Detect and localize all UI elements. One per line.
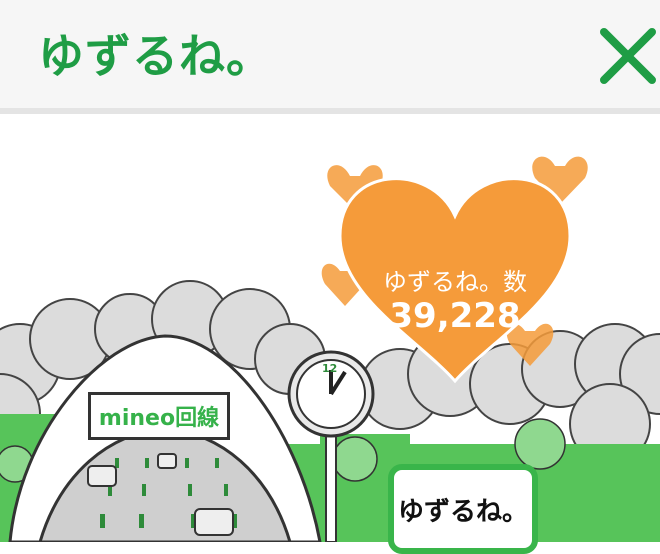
counter-label: ゆずるね。数 xyxy=(383,268,527,296)
yuzurune-counter: ゆずるね。数 39,228 xyxy=(320,156,590,386)
page-title: ゆずるね。 xyxy=(38,29,273,83)
yuzurune-badge: ゆずるね。 xyxy=(388,464,538,554)
illustration-scene: 12 mineo回線 ゆずるね。数 39,228 ゆずるね。 xyxy=(0,114,660,554)
mineo-line-sign: mineo回線 xyxy=(88,392,230,440)
counter-value: 39,228 xyxy=(389,296,521,336)
app-header: ゆずるね。 xyxy=(0,0,660,114)
close-icon xyxy=(600,28,656,84)
close-button[interactable] xyxy=(598,26,658,86)
